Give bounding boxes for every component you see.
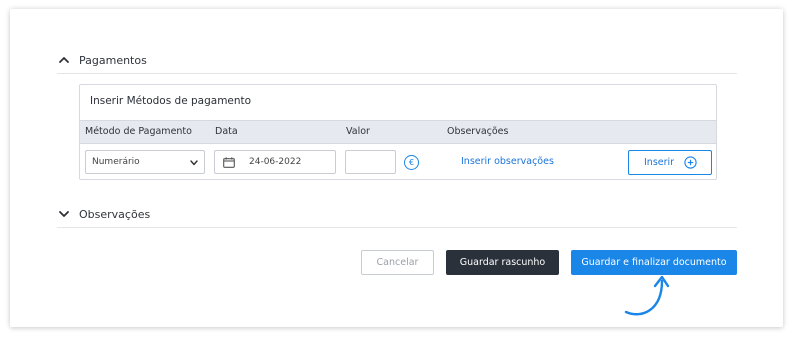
section-divider bbox=[57, 227, 737, 228]
date-field[interactable]: 24-06-2022 bbox=[214, 150, 336, 174]
pointer-arrow-icon bbox=[624, 275, 670, 316]
calendar-icon bbox=[223, 157, 235, 171]
payment-methods-panel: Inserir Métodos de pagamento Método de P… bbox=[79, 84, 717, 180]
column-header-amount: Valor bbox=[346, 126, 370, 137]
save-draft-button[interactable]: Guardar rascunho bbox=[446, 250, 559, 275]
plus-circle-icon bbox=[684, 156, 697, 172]
insert-payment-button[interactable]: Inserir bbox=[628, 150, 712, 175]
payment-method-value: Numerário bbox=[92, 157, 140, 167]
payments-section-toggle[interactable]: Pagamentos bbox=[57, 50, 147, 70]
chevron-up-icon bbox=[57, 53, 71, 67]
section-divider bbox=[57, 73, 737, 74]
date-value: 24-06-2022 bbox=[249, 157, 302, 167]
observations-section-title: Observações bbox=[79, 207, 151, 221]
chevron-down-icon bbox=[57, 207, 71, 221]
euro-icon: € bbox=[404, 155, 419, 170]
panel-title: Inserir Métodos de pagamento bbox=[90, 95, 252, 107]
column-header-observations: Observações bbox=[447, 126, 509, 137]
insert-button-label: Inserir bbox=[644, 157, 675, 168]
observations-section-toggle[interactable]: Observações bbox=[57, 204, 150, 224]
payments-section-title: Pagamentos bbox=[79, 53, 147, 67]
amount-input[interactable] bbox=[345, 150, 396, 174]
chevron-down-icon bbox=[190, 159, 198, 169]
cancel-button[interactable]: Cancelar bbox=[361, 250, 434, 275]
table-header: Método de Pagamento Data Valor Observaçõ… bbox=[80, 120, 716, 144]
insert-observations-link[interactable]: Inserir observações bbox=[461, 156, 554, 167]
payment-method-select[interactable]: Numerário bbox=[85, 150, 205, 174]
column-header-date: Data bbox=[215, 126, 238, 137]
column-header-method: Método de Pagamento bbox=[85, 126, 192, 137]
